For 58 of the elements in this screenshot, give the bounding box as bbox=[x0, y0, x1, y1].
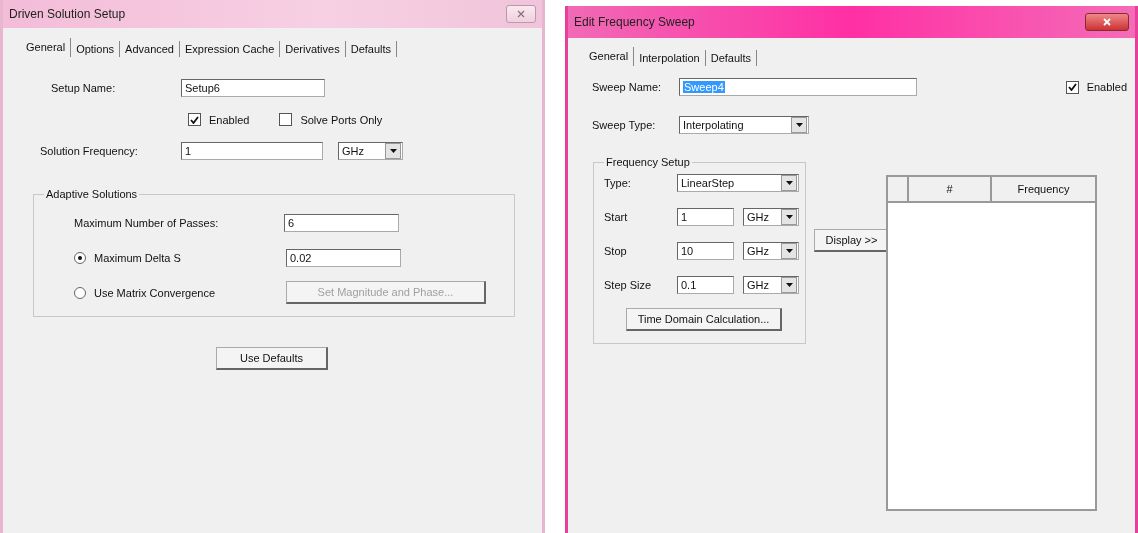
tab[interactable]: Options bbox=[71, 41, 121, 57]
checkbox[interactable] bbox=[188, 113, 201, 126]
field-label: Solution Frequency: bbox=[40, 145, 139, 157]
checkmark-icon bbox=[190, 115, 199, 124]
radio-label: Maximum Delta S bbox=[94, 252, 182, 264]
tab[interactable]: Defaults bbox=[705, 50, 758, 66]
group-title: Adaptive Solutions bbox=[45, 188, 139, 200]
field-label: Step Size bbox=[604, 279, 653, 291]
tab[interactable]: Advanced bbox=[120, 41, 180, 57]
tab[interactable]: Expression Cache bbox=[180, 41, 281, 57]
close-icon bbox=[1103, 18, 1111, 26]
checkbox-label: Solve Ports Only bbox=[300, 113, 383, 126]
unit-dropdown[interactable]: GHz bbox=[338, 142, 403, 160]
field-label: Sweep Type: bbox=[592, 119, 657, 131]
value-field[interactable]: 1 bbox=[677, 208, 734, 226]
setup-name-field[interactable]: Setup6 bbox=[181, 79, 325, 97]
field-label: Type: bbox=[604, 177, 632, 189]
checkbox[interactable] bbox=[279, 113, 293, 126]
caret-icon bbox=[389, 149, 397, 153]
value-field[interactable]: 10 bbox=[677, 242, 734, 260]
column-header: # bbox=[909, 177, 992, 201]
field-label: Sweep Name: bbox=[592, 81, 663, 93]
field-label: Setup Name: bbox=[51, 82, 117, 94]
delta-s-field[interactable]: 0.02 bbox=[286, 249, 401, 267]
checkmark-icon bbox=[1067, 83, 1077, 91]
caret-icon bbox=[785, 215, 793, 219]
caret-icon bbox=[795, 123, 803, 127]
caret-icon bbox=[785, 283, 793, 287]
unit-dropdown[interactable]: GHz bbox=[743, 242, 799, 260]
type-dropdown[interactable]: LinearStep bbox=[677, 174, 799, 192]
radio-label: Use Matrix Convergence bbox=[94, 286, 217, 299]
group-title: Frequency Setup bbox=[605, 156, 691, 168]
unit-dropdown[interactable]: GHz bbox=[743, 208, 799, 226]
unit-dropdown[interactable]: GHz bbox=[743, 276, 799, 294]
caret-icon bbox=[785, 249, 793, 253]
close-button[interactable] bbox=[506, 5, 536, 23]
radio-button[interactable] bbox=[74, 252, 86, 264]
checkbox-label: Enabled bbox=[209, 113, 250, 126]
value-field[interactable]: 0.1 bbox=[677, 276, 734, 294]
tab[interactable]: Defaults bbox=[345, 41, 398, 57]
passes-field[interactable]: 6 bbox=[284, 214, 399, 232]
caret-icon bbox=[785, 181, 793, 185]
close-button[interactable] bbox=[1085, 13, 1129, 31]
field-label: Stop bbox=[604, 245, 628, 257]
column-header: Frequency bbox=[1016, 182, 1071, 197]
time-domain-button[interactable]: Time Domain Calculation... bbox=[626, 308, 782, 331]
checkbox-label: Enabled bbox=[1086, 81, 1127, 93]
checkbox[interactable] bbox=[1065, 80, 1079, 94]
use-defaults-button[interactable]: Use Defaults bbox=[216, 347, 328, 370]
window-title: Driven Solution Setup bbox=[9, 7, 126, 21]
frequency-field[interactable]: 1 bbox=[181, 142, 323, 160]
tab[interactable]: Derivatives bbox=[280, 41, 346, 57]
window-title: Edit Frequency Sweep bbox=[574, 15, 695, 29]
field-label: Start bbox=[604, 211, 629, 223]
field-label: Maximum Number of Passes: bbox=[74, 217, 220, 229]
tab[interactable]: Interpolation bbox=[634, 50, 706, 66]
sweep-type-dropdown[interactable]: Interpolating bbox=[679, 116, 809, 134]
close-icon bbox=[517, 10, 525, 18]
